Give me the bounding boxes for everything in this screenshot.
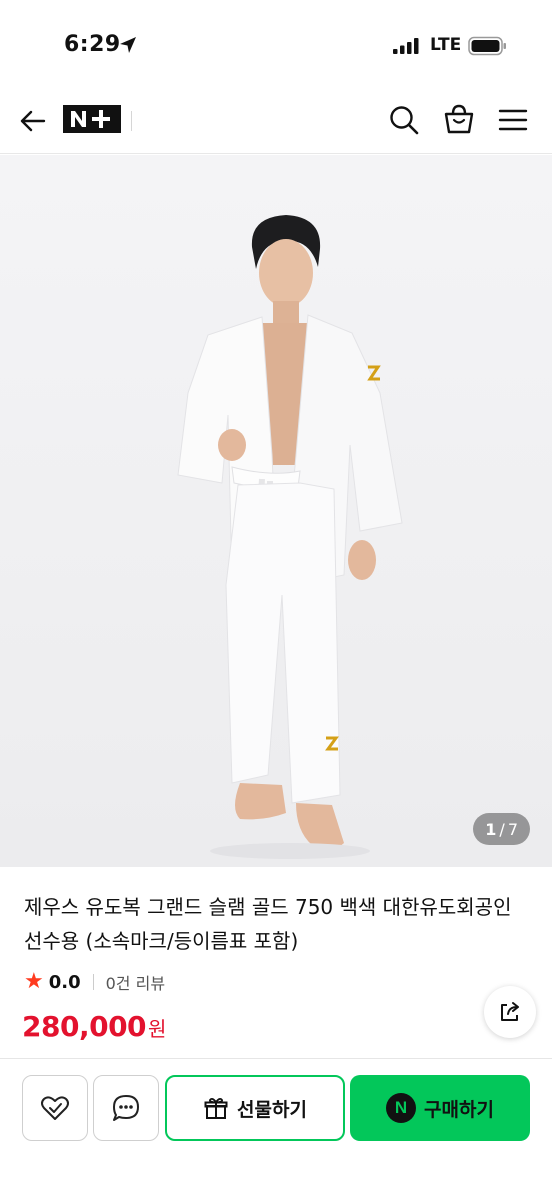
header-divider (131, 111, 132, 131)
shopping-bag-icon[interactable] (441, 101, 477, 137)
gift-icon (204, 1097, 228, 1119)
rating-row[interactable]: ★ 0.0 0건 리뷰 (24, 968, 165, 996)
status-bar: 6:29 LTE (0, 0, 552, 92)
review-count[interactable]: 0건 리뷰 (106, 970, 165, 994)
hamburger-menu-icon[interactable] (496, 103, 530, 137)
price-unit: 원 (148, 1017, 167, 1041)
npay-icon: N (386, 1093, 417, 1123)
price: 280,000 원 (22, 1010, 166, 1043)
cellular-signal-icon (393, 38, 419, 54)
share-icon (501, 1002, 519, 1021)
judo-uniform-photo (0, 155, 552, 867)
carrier-label: LTE (430, 35, 462, 55)
logo-mark-icon (71, 110, 110, 128)
image-counter: 1 / 7 (473, 813, 530, 845)
location-arrow-icon (120, 37, 136, 53)
chat-inquiry-button[interactable] (93, 1075, 159, 1141)
status-time: 6:29 (64, 32, 121, 57)
naver-plus-logo[interactable] (63, 105, 121, 133)
chat-bubble-icon (113, 1095, 139, 1121)
image-total: 7 (507, 819, 518, 839)
gift-button[interactable]: 선물하기 (165, 1075, 345, 1141)
heart-check-icon (41, 1096, 69, 1120)
battery-icon (468, 36, 506, 56)
star-icon: ★ (24, 969, 44, 994)
bottom-action-bar: 선물하기 N 구매하기 (0, 1058, 552, 1200)
buy-button-label: 구매하기 (424, 1098, 494, 1121)
back-arrow-icon[interactable] (16, 104, 50, 138)
image-counter-slash: / (499, 819, 505, 839)
wishlist-button[interactable] (22, 1075, 88, 1141)
app-header (0, 92, 552, 154)
price-amount: 280,000 (22, 1010, 147, 1043)
rating-score: 0.0 (48, 971, 81, 993)
product-title: 제우스 유도복 그랜드 슬램 골드 750 백색 대한유도회공인 선수용 (소속… (24, 895, 512, 953)
share-button[interactable] (484, 986, 536, 1038)
image-index: 1 (485, 819, 497, 839)
search-icon[interactable] (386, 102, 422, 138)
buy-button[interactable]: N 구매하기 (350, 1075, 530, 1141)
rating-divider (92, 974, 94, 990)
gift-button-label: 선물하기 (237, 1098, 307, 1121)
product-image-carousel[interactable]: 1 / 7 (0, 155, 552, 867)
